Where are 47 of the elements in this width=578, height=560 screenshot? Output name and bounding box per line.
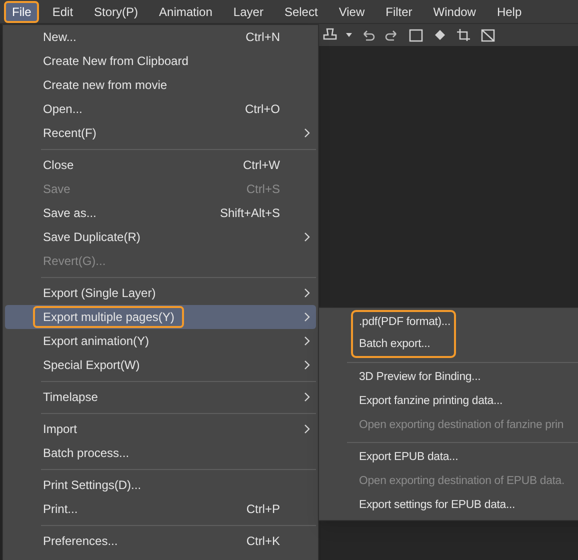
menu-item[interactable]: Recent(F) [5,121,316,145]
menu-item[interactable]: Batch export... [353,334,450,356]
menu-item[interactable]: Export (Single Layer) [5,281,316,305]
menu-item[interactable]: Open... Ctrl+O [5,97,316,121]
chevron-right-icon [304,232,310,242]
menu-bar-item[interactable]: Edit [44,0,82,22]
crop-icon[interactable] [456,28,472,42]
menu-item[interactable]: Preferences... Ctrl+K [5,529,316,553]
menu-item[interactable]: Export animation(Y) [5,329,316,353]
menu-item[interactable]: Save Duplicate(R) [5,225,316,249]
menu-item[interactable]: 3D Preview for Binding... [319,366,578,390]
menu-item[interactable]: Print Settings(D)... [5,473,316,497]
menu-item[interactable]: Timelapse [5,385,316,409]
caret-icon[interactable] [346,32,352,38]
menu-bar-item[interactable]: Layer [225,0,272,22]
grid-icon[interactable] [480,28,496,42]
menu-bar-item[interactable]: File [4,0,40,22]
menu-item[interactable]: New... Ctrl+N [5,25,316,49]
menu-item[interactable]: .pdf(PDF format)... [353,312,450,334]
chevron-right-icon [304,128,310,138]
menu-item[interactable]: Save as... Shift+Alt+S [5,201,316,225]
square-icon[interactable] [408,28,424,42]
menu-item[interactable]: Create New from Clipboard [5,49,316,73]
menu-bar-item[interactable]: Select [276,0,326,22]
menu-bar-item[interactable]: Animation [151,0,220,22]
menu-item[interactable]: Special Export(W) [5,353,316,377]
stamp-icon[interactable] [322,28,338,42]
chevron-right-icon [304,392,310,402]
chevron-right-icon [304,288,310,298]
menu-bar-item[interactable]: Story(P) [86,0,146,22]
menu-bar-item[interactable]: Window [425,0,484,22]
menu-item[interactable]: Create new from movie [5,73,316,97]
menu-bar-item[interactable]: View [330,0,373,22]
chevron-right-icon [304,424,310,434]
menu-item[interactable]: Batch process... [5,441,316,465]
chevron-right-icon [304,360,310,370]
menu-item[interactable]: Export settings for EPUB data... [319,494,578,518]
menu-item[interactable]: Import [5,417,316,441]
menu-item[interactable]: Export EPUB data... [319,446,578,470]
menu-item[interactable]: Print... Ctrl+P [5,497,316,521]
menu-item[interactable]: Close Ctrl+W [5,153,316,177]
menu-bar-item[interactable]: Help [488,0,530,22]
menu-bar-item[interactable]: Filter [378,0,420,22]
chevron-right-icon [304,312,310,322]
chevron-right-icon [304,336,310,346]
menu-item[interactable]: Export multiple pages(Y) [5,305,316,329]
menu-item[interactable]: Export fanzine printing data... [319,390,578,414]
